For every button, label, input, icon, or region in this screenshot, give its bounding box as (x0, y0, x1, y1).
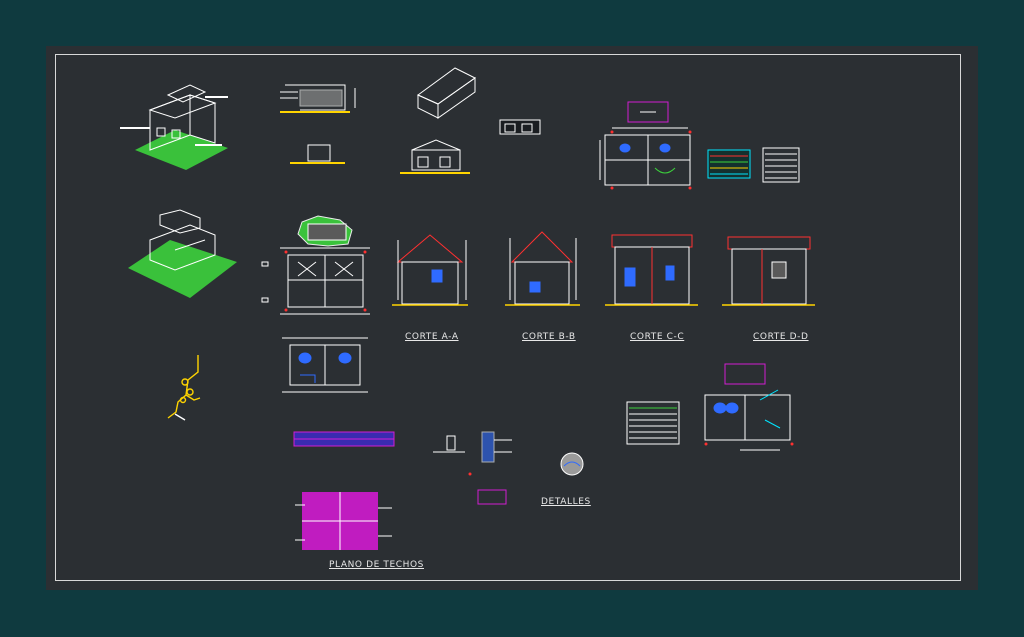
section-c-c[interactable] (605, 234, 698, 306)
legend-table-1[interactable] (707, 149, 751, 179)
isometric-view-2[interactable] (128, 209, 237, 298)
floor-plan-main[interactable] (261, 215, 370, 315)
detail-elements[interactable] (433, 431, 584, 505)
gate-elevation[interactable] (290, 144, 345, 164)
label-corte-c-c: CORTE C-C (630, 332, 685, 342)
section-b-b[interactable] (505, 231, 580, 306)
foundation-detail[interactable] (280, 84, 356, 113)
tank-elevation[interactable] (499, 119, 541, 135)
schedule-table[interactable] (293, 431, 395, 447)
tank-isometric[interactable] (417, 67, 476, 119)
section-a-a[interactable] (392, 234, 468, 306)
cad-drawing (120, 67, 815, 550)
front-elevation-small[interactable] (400, 139, 470, 174)
legend-table-3[interactable] (626, 401, 680, 445)
floor-plan-lower-right[interactable] (704, 363, 791, 451)
label-corte-b-b: CORTE B-B (522, 332, 576, 342)
label-detalles: DETALLES (541, 497, 591, 507)
roof-plan[interactable] (295, 492, 392, 550)
section-d-d[interactable] (722, 236, 815, 306)
label-corte-a-a: CORTE A-A (405, 332, 459, 342)
floor-plan-fixtures[interactable] (282, 337, 368, 393)
label-plano-techos: PLANO DE TECHOS (329, 560, 424, 570)
pipe-isometric[interactable] (167, 355, 201, 421)
legend-table-2[interactable] (762, 147, 800, 183)
label-corte-d-d: CORTE D-D (753, 332, 809, 342)
marker-dots (284, 130, 794, 476)
isometric-view-1[interactable] (120, 84, 228, 170)
floor-plan-top[interactable] (599, 101, 691, 186)
